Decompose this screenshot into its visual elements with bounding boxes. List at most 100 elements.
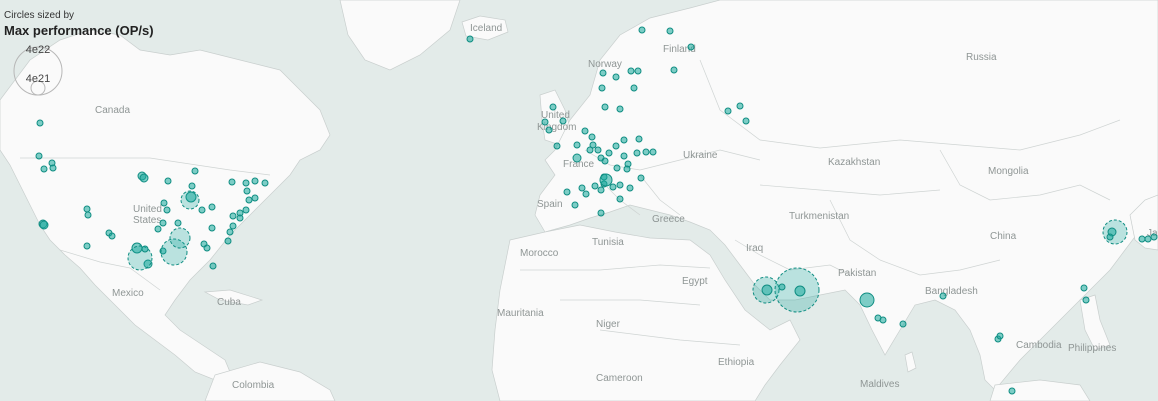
supercomputer-marker[interactable] — [623, 165, 631, 173]
supercomputer-marker[interactable] — [879, 316, 887, 324]
supercomputer-marker[interactable] — [591, 182, 599, 190]
supercomputer-marker[interactable] — [549, 103, 557, 111]
supercomputer-marker[interactable] — [666, 27, 674, 35]
supercomputer-marker[interactable] — [1138, 235, 1146, 243]
supercomputer-marker[interactable] — [638, 26, 646, 34]
supercomputer-marker[interactable] — [224, 237, 232, 245]
supercomputer-marker[interactable] — [634, 67, 642, 75]
supercomputer-marker[interactable] — [139, 173, 149, 183]
supercomputer-marker[interactable] — [191, 167, 199, 175]
supercomputer-marker[interactable] — [620, 136, 628, 144]
supercomputer-marker[interactable] — [626, 184, 634, 192]
supercomputer-marker[interactable] — [163, 206, 171, 214]
supercomputer-marker[interactable] — [563, 188, 571, 196]
supercomputer-marker[interactable] — [83, 242, 91, 250]
supercomputer-marker[interactable] — [616, 105, 624, 113]
supercomputer-marker[interactable] — [1082, 296, 1090, 304]
supercomputer-marker[interactable] — [1144, 235, 1152, 243]
supercomputer-marker[interactable] — [761, 284, 773, 296]
supercomputer-marker[interactable] — [208, 203, 216, 211]
supercomputer-marker[interactable] — [160, 199, 168, 207]
supercomputer-marker[interactable] — [40, 165, 48, 173]
supercomputer-marker[interactable] — [594, 146, 602, 154]
supercomputer-marker[interactable] — [578, 184, 586, 192]
supercomputer-marker[interactable] — [637, 174, 645, 182]
supercomputer-marker[interactable] — [245, 196, 253, 204]
supercomputer-marker[interactable] — [859, 292, 875, 308]
supercomputer-marker[interactable] — [996, 332, 1004, 340]
supercomputer-marker[interactable] — [794, 285, 806, 297]
supercomputer-marker[interactable] — [159, 219, 167, 227]
supercomputer-marker[interactable] — [573, 141, 581, 149]
supercomputer-marker[interactable] — [169, 227, 191, 249]
supercomputer-marker[interactable] — [687, 43, 695, 51]
supercomputer-marker[interactable] — [627, 67, 635, 75]
supercomputer-marker[interactable] — [616, 181, 624, 189]
supercomputer-marker[interactable] — [198, 206, 206, 214]
supercomputer-marker[interactable] — [108, 232, 116, 240]
supercomputer-marker[interactable] — [242, 179, 250, 187]
supercomputer-marker[interactable] — [589, 141, 597, 149]
supercomputer-marker[interactable] — [559, 117, 567, 125]
supercomputer-marker[interactable] — [39, 220, 49, 230]
supercomputer-marker[interactable] — [597, 186, 605, 194]
supercomputer-marker[interactable] — [899, 320, 907, 328]
supercomputer-marker[interactable] — [236, 214, 244, 222]
supercomputer-marker[interactable] — [612, 142, 620, 150]
supercomputer-marker[interactable] — [649, 148, 657, 156]
supercomputer-marker[interactable] — [616, 195, 624, 203]
supercomputer-marker[interactable] — [203, 244, 211, 252]
supercomputer-marker[interactable] — [243, 187, 251, 195]
supercomputer-marker[interactable] — [49, 164, 57, 172]
supercomputer-marker[interactable] — [251, 177, 259, 185]
supercomputer-marker[interactable] — [84, 211, 92, 219]
supercomputer-marker[interactable] — [633, 149, 641, 157]
supercomputer-marker[interactable] — [208, 224, 216, 232]
supercomputer-marker[interactable] — [939, 292, 947, 300]
supercomputer-marker[interactable] — [612, 73, 620, 81]
supercomputer-marker[interactable] — [599, 69, 607, 77]
supercomputer-marker[interactable] — [1150, 233, 1158, 241]
supercomputer-marker[interactable] — [466, 35, 474, 43]
supercomputer-marker[interactable] — [601, 103, 609, 111]
world-map[interactable]: Iceland Finland Norway Russia Canada United Ki… — [0, 0, 1158, 401]
supercomputer-marker[interactable] — [599, 173, 613, 187]
supercomputer-marker[interactable] — [226, 228, 234, 236]
supercomputer-marker[interactable] — [588, 133, 596, 141]
supercomputer-marker[interactable] — [180, 190, 200, 210]
supercomputer-marker[interactable] — [1008, 387, 1016, 395]
supercomputer-marker[interactable] — [242, 206, 250, 214]
supercomputer-marker[interactable] — [613, 164, 621, 172]
supercomputer-marker[interactable] — [141, 245, 149, 253]
supercomputer-marker[interactable] — [541, 118, 549, 126]
supercomputer-marker[interactable] — [742, 117, 750, 125]
supercomputer-marker[interactable] — [229, 222, 237, 230]
supercomputer-marker[interactable] — [572, 153, 582, 163]
supercomputer-marker[interactable] — [609, 183, 617, 191]
supercomputer-marker[interactable] — [635, 135, 643, 143]
supercomputer-marker[interactable] — [571, 201, 579, 209]
supercomputer-marker[interactable] — [251, 194, 259, 202]
supercomputer-marker[interactable] — [553, 142, 561, 150]
supercomputer-marker[interactable] — [601, 157, 609, 165]
supercomputer-marker[interactable] — [261, 179, 269, 187]
supercomputer-marker[interactable] — [630, 84, 638, 92]
supercomputer-marker[interactable] — [581, 127, 589, 135]
supercomputer-marker[interactable] — [545, 126, 553, 134]
supercomputer-marker[interactable] — [670, 66, 678, 74]
supercomputer-marker[interactable] — [164, 177, 172, 185]
supercomputer-marker[interactable] — [736, 102, 744, 110]
supercomputer-marker[interactable] — [36, 119, 44, 127]
supercomputer-marker[interactable] — [188, 182, 196, 190]
supercomputer-marker[interactable] — [209, 262, 217, 270]
supercomputer-marker[interactable] — [598, 84, 606, 92]
supercomputer-marker[interactable] — [154, 225, 162, 233]
supercomputer-marker[interactable] — [582, 190, 590, 198]
supercomputer-marker[interactable] — [1080, 284, 1088, 292]
supercomputer-marker[interactable] — [597, 209, 605, 217]
supercomputer-marker[interactable] — [620, 152, 628, 160]
supercomputer-marker[interactable] — [35, 152, 43, 160]
supercomputer-marker[interactable] — [174, 219, 182, 227]
supercomputer-marker[interactable] — [83, 205, 91, 213]
supercomputer-marker[interactable] — [778, 283, 786, 291]
